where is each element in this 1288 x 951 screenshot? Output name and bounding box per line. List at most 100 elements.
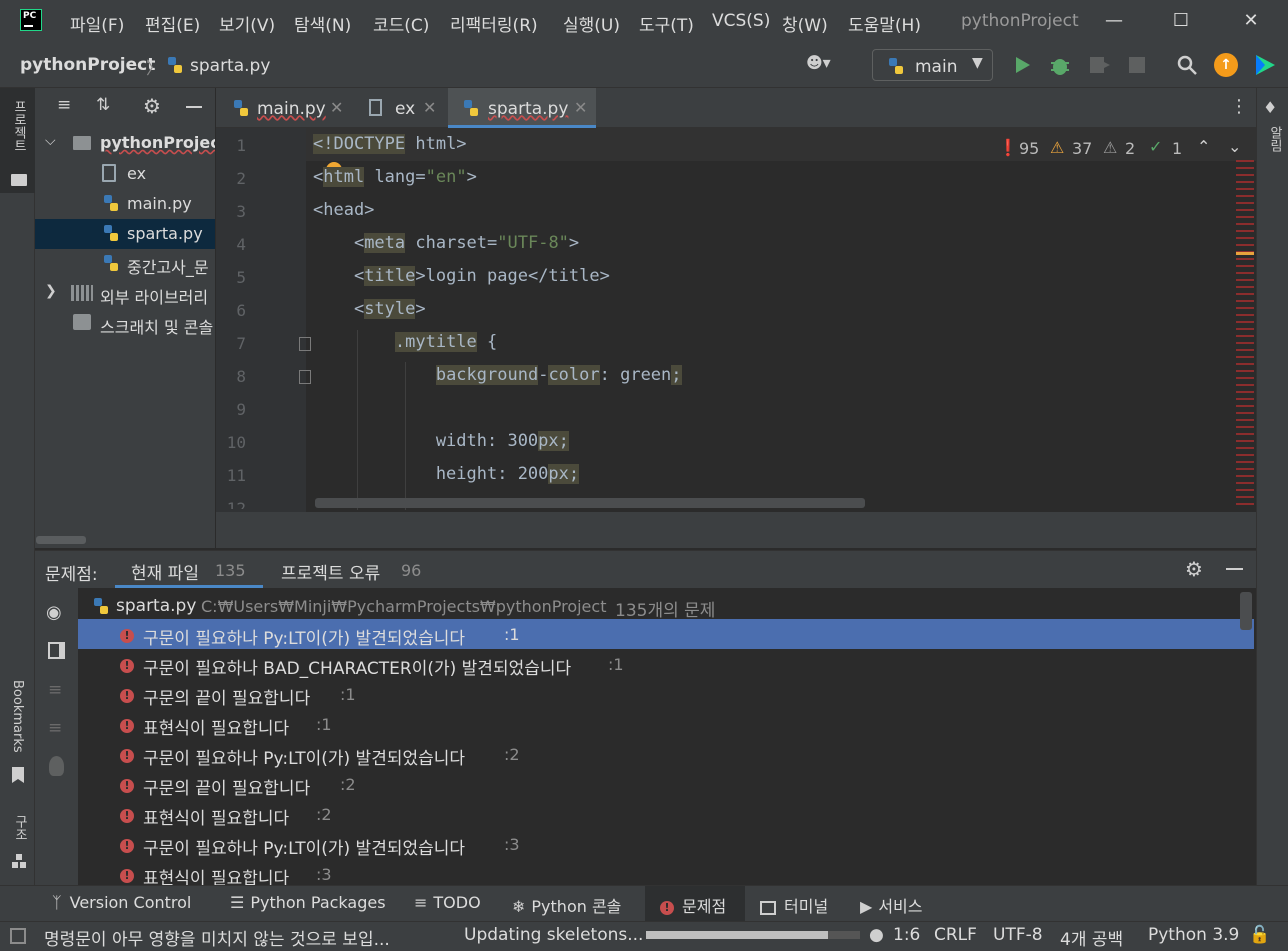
menu-edit[interactable]: 편집(E) bbox=[145, 11, 200, 36]
check-icon: ✓ bbox=[1149, 137, 1163, 156]
bell-icon[interactable]: ♦ bbox=[1263, 98, 1279, 117]
gear-icon[interactable]: ⚙ bbox=[1185, 557, 1207, 581]
fold-icon[interactable] bbox=[299, 370, 311, 384]
weak-warning-icon: ⚠ bbox=[1103, 138, 1118, 157]
tab-project-errors[interactable]: 프로젝트 오류 96 bbox=[272, 551, 432, 588]
tool-todo[interactable]: ≡ TODO bbox=[414, 893, 481, 912]
menu-code[interactable]: 코드(C) bbox=[373, 11, 429, 36]
problem-row[interactable]: ! 표현식이 필요합니다 :3 bbox=[78, 859, 1254, 885]
bookmarks-tool-label[interactable]: Bookmarks bbox=[10, 680, 25, 753]
menu-file[interactable]: 파일(F) bbox=[70, 11, 124, 36]
structure-tool-label[interactable]: 구조 bbox=[10, 815, 29, 841]
breadcrumb-project[interactable]: pythonProject bbox=[20, 55, 155, 75]
maximize-icon[interactable]: ☐ bbox=[1161, 6, 1201, 36]
close-tab-icon[interactable]: ✕ bbox=[574, 98, 587, 117]
hide-icon[interactable] bbox=[186, 106, 202, 108]
problem-row[interactable]: ! 표현식이 필요합니다 :1 bbox=[78, 709, 1254, 739]
breadcrumb-file[interactable]: sparta.py bbox=[190, 56, 270, 76]
warning-stripe-mark[interactable] bbox=[1236, 252, 1254, 255]
close-tab-icon[interactable]: ✕ bbox=[423, 98, 436, 117]
collapse-all-icon[interactable]: ≡ bbox=[48, 718, 66, 738]
line-number: 6 bbox=[236, 301, 246, 320]
status-indent[interactable]: 4개 공백 bbox=[1060, 925, 1123, 950]
tool-terminal[interactable]: 터미널 bbox=[760, 893, 828, 917]
problem-line: :2 bbox=[340, 775, 356, 794]
chevron-up-icon[interactable]: ⌃ bbox=[1197, 137, 1210, 156]
problem-row[interactable]: ! 구문이 필요하나 Py:LT이(가) 발견되었습니다 :2 bbox=[78, 739, 1254, 769]
lock-icon[interactable]: 🔓 bbox=[1249, 925, 1270, 945]
status-line-separator[interactable]: CRLF bbox=[934, 925, 977, 945]
fold-icon[interactable] bbox=[299, 337, 311, 351]
problem-row[interactable]: ! 구문이 필요하나 Py:LT이(가) 발견되었습니다 :3 bbox=[78, 829, 1254, 859]
problem-row[interactable]: ! 구문의 끝이 필요합니다 :2 bbox=[78, 769, 1254, 799]
minimize-icon[interactable]: — bbox=[1094, 6, 1134, 36]
tool-python-console[interactable]: ❄ Python 콘솔 bbox=[512, 893, 621, 917]
menu-navigate[interactable]: 탐색(N) bbox=[294, 11, 351, 36]
tool-problems[interactable]: ! 문제점 bbox=[660, 893, 726, 917]
problem-row[interactable]: ! 구문이 필요하나 Py:LT이(가) 발견되었습니다 :1 bbox=[78, 619, 1254, 649]
menu-refactor[interactable]: 리팩터링(R) bbox=[450, 11, 538, 36]
tree-item-external-libraries[interactable]: ❯ 외부 라이브러리 bbox=[35, 279, 215, 309]
python-file-icon bbox=[104, 195, 118, 211]
search-icon[interactable] bbox=[1176, 54, 1198, 76]
folder-icon bbox=[73, 136, 91, 150]
menu-window[interactable]: 창(W) bbox=[782, 11, 828, 36]
problems-scroll-thumb[interactable] bbox=[1240, 592, 1252, 630]
problems-file-node[interactable]: sparta.py C:₩Users₩Minji₩PycharmProjects… bbox=[78, 590, 1238, 621]
tab-sparta[interactable]: sparta.py ✕ bbox=[448, 88, 596, 128]
menu-help[interactable]: 도움말(H) bbox=[848, 11, 921, 36]
tool-version-control[interactable]: ᛉ Version Control bbox=[52, 893, 191, 912]
problem-text: 표현식이 필요합니다 bbox=[143, 869, 290, 885]
tree-item-sparta[interactable]: sparta.py bbox=[35, 219, 215, 249]
collapse-all-icon[interactable]: ⇅ bbox=[96, 95, 116, 117]
tree-item-main[interactable]: main.py bbox=[35, 189, 215, 219]
lightbulb-icon[interactable] bbox=[49, 756, 64, 776]
tool-label: 터미널 bbox=[784, 897, 829, 916]
project-hscroll-thumb[interactable] bbox=[36, 536, 86, 544]
status-position[interactable]: 1:6 bbox=[893, 925, 920, 945]
menu-vcs[interactable]: VCS(S) bbox=[712, 11, 770, 31]
close-tab-icon[interactable]: ✕ bbox=[330, 98, 343, 117]
notifications-tool-label[interactable]: 알림 bbox=[1265, 126, 1284, 152]
tab-main[interactable]: main.py ✕ bbox=[228, 88, 348, 128]
preview-icon[interactable] bbox=[48, 642, 65, 659]
close-window-icon[interactable]: ✕ bbox=[1231, 6, 1271, 36]
more-icon[interactable]: ⋮ bbox=[1230, 96, 1248, 118]
run-icon[interactable] bbox=[1012, 55, 1032, 75]
status-message[interactable]: 명령문이 아무 영향을 미치지 않는 것으로 보입... bbox=[44, 925, 390, 950]
stop-icon[interactable] bbox=[1129, 57, 1145, 73]
editor-hscroll-thumb[interactable] bbox=[315, 498, 865, 508]
debug-icon[interactable] bbox=[1048, 53, 1072, 77]
tool-services[interactable]: ▶ 서비스 bbox=[860, 893, 922, 917]
problem-row[interactable]: ! 구문이 필요하나 BAD_CHARACTER이(가) 발견되었습니다 :1 bbox=[78, 649, 1254, 679]
coverage-icon[interactable] bbox=[1088, 54, 1112, 76]
tree-item-ex[interactable]: ex bbox=[35, 159, 215, 189]
problem-row[interactable]: ! 표현식이 필요합니다 :2 bbox=[78, 799, 1254, 829]
status-encoding[interactable]: UTF-8 bbox=[993, 925, 1043, 945]
error-stripe[interactable] bbox=[1236, 160, 1254, 510]
tab-ex[interactable]: ex ✕ bbox=[365, 88, 445, 128]
gear-icon[interactable]: ⚙ bbox=[143, 94, 165, 118]
tree-root[interactable]: ⌵ pythonProject bbox=[35, 129, 215, 159]
tree-item-scratches[interactable]: 스크래치 및 콘솔 bbox=[35, 309, 215, 339]
code-with-me-icon[interactable] bbox=[1253, 53, 1277, 77]
select-opened-file-icon[interactable]: ≡ bbox=[57, 95, 77, 117]
update-icon[interactable]: ↑ bbox=[1214, 53, 1238, 77]
run-config-selector[interactable]: main ▼ bbox=[872, 49, 993, 81]
hide-icon[interactable] bbox=[1226, 568, 1243, 570]
menu-run[interactable]: 실행(U) bbox=[563, 11, 620, 36]
cancel-progress-icon[interactable]: ● bbox=[869, 925, 884, 945]
chevron-down-icon[interactable]: ⌄ bbox=[1228, 137, 1241, 156]
status-interpreter[interactable]: Python 3.9 bbox=[1148, 925, 1239, 945]
eye-icon[interactable]: ◉ bbox=[46, 602, 68, 623]
tool-windows-icon[interactable] bbox=[10, 928, 26, 944]
menu-tools[interactable]: 도구(T) bbox=[639, 11, 694, 36]
user-icon[interactable]: ☻▾ bbox=[806, 53, 846, 77]
code-line: <head> bbox=[313, 200, 375, 220]
problem-row[interactable]: ! 구문의 끝이 필요합니다 :1 bbox=[78, 679, 1254, 709]
menu-view[interactable]: 보기(V) bbox=[219, 11, 275, 36]
tool-python-packages[interactable]: ☰ Python Packages bbox=[230, 893, 386, 912]
tab-current-file[interactable]: 현재 파일 135 bbox=[115, 551, 263, 588]
expand-all-icon[interactable]: ≡ bbox=[48, 680, 66, 700]
tree-item-midterm[interactable]: 중간고사_문 bbox=[35, 249, 215, 279]
